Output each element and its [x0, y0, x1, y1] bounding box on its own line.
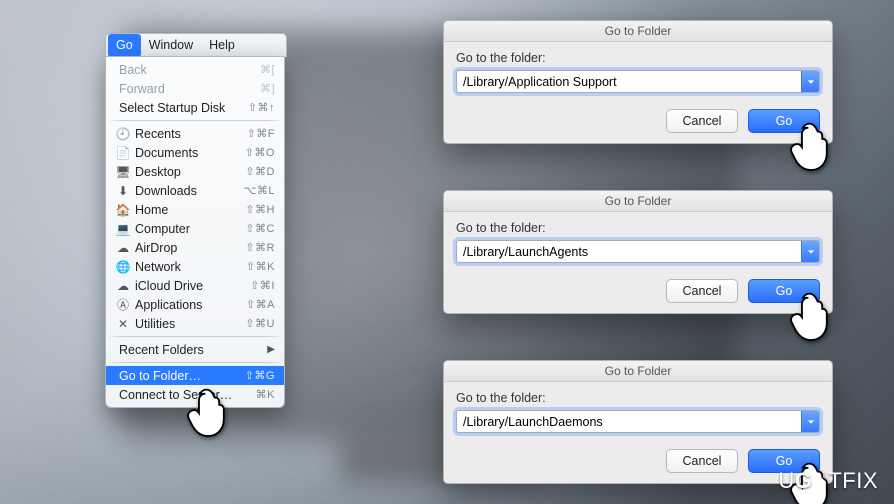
- dialog-title: Go to Folder: [444, 21, 832, 42]
- dialog-title: Go to Folder: [444, 361, 832, 382]
- document-icon: 📄: [115, 146, 131, 160]
- folder-path-combobox[interactable]: [456, 410, 820, 433]
- menu-item-applications[interactable]: ⒶApplications⇧⌘A: [106, 295, 284, 314]
- ugetfix-watermark: UGTFIX: [778, 468, 878, 494]
- folder-path-input[interactable]: [457, 241, 801, 262]
- home-icon: 🏠: [115, 203, 131, 217]
- menu-item-back: Back⌘[: [106, 60, 284, 79]
- menu-item-connect-to-server[interactable]: Connect to Server…⌘K: [106, 385, 284, 404]
- icloud-icon: ☁: [115, 279, 131, 293]
- computer-icon: 💻: [115, 222, 131, 236]
- menu-item-recent-folders[interactable]: Recent Folders▶: [106, 340, 284, 359]
- dialog-prompt: Go to the folder:: [456, 221, 820, 235]
- cancel-button[interactable]: Cancel: [666, 109, 738, 133]
- dialog-prompt: Go to the folder:: [456, 391, 820, 405]
- menu-item-network[interactable]: 🌐Network⇧⌘K: [106, 257, 284, 276]
- menu-window[interactable]: Window: [141, 34, 201, 57]
- menu-help[interactable]: Help: [201, 34, 243, 57]
- menu-item-select-startup-disk[interactable]: Select Startup Disk⇧⌘↑: [106, 98, 284, 117]
- go-button[interactable]: Go: [748, 109, 820, 133]
- menu-item-documents[interactable]: 📄Documents⇧⌘O: [106, 143, 284, 162]
- menu-item-icloud-drive[interactable]: ☁iCloud Drive⇧⌘I: [106, 276, 284, 295]
- dropdown-arrow-icon[interactable]: [801, 241, 819, 262]
- menu-item-desktop[interactable]: 🖥Desktop⇧⌘D: [106, 162, 284, 181]
- menu-item-downloads[interactable]: ⬇Downloads⌥⌘L: [106, 181, 284, 200]
- menu-separator: [106, 120, 284, 121]
- folder-path-input[interactable]: [457, 71, 801, 92]
- airdrop-icon: ☁: [115, 241, 131, 255]
- desktop-icon: 🖥: [115, 165, 131, 179]
- clock-icon: 🕘: [115, 127, 131, 141]
- go-to-folder-dialog: Go to Folder Go to the folder: Cancel Go: [443, 360, 833, 484]
- submenu-arrow-icon: ▶: [263, 344, 275, 355]
- folder-path-combobox[interactable]: [456, 240, 820, 263]
- menu-separator: [106, 336, 284, 337]
- menu-item-utilities[interactable]: ✕Utilities⇧⌘U: [106, 314, 284, 333]
- go-button[interactable]: Go: [748, 279, 820, 303]
- menu-separator: [106, 362, 284, 363]
- dropdown-arrow-icon[interactable]: [801, 71, 819, 92]
- go-to-folder-dialog: Go to Folder Go to the folder: Cancel Go: [443, 190, 833, 314]
- folder-path-input[interactable]: [457, 411, 801, 432]
- menu-item-forward: Forward⌘]: [106, 79, 284, 98]
- finder-menubar: Go Window Help: [105, 33, 287, 57]
- menu-item-recents[interactable]: 🕘Recents⇧⌘F: [106, 124, 284, 143]
- go-menu-dropdown: Back⌘[ Forward⌘] Select Startup Disk⇧⌘↑ …: [105, 56, 285, 408]
- folder-path-combobox[interactable]: [456, 70, 820, 93]
- menu-go[interactable]: Go: [108, 34, 141, 57]
- menu-item-home[interactable]: 🏠Home⇧⌘H: [106, 200, 284, 219]
- network-icon: 🌐: [115, 260, 131, 274]
- utilities-icon: ✕: [115, 317, 131, 331]
- downloads-icon: ⬇: [115, 184, 131, 198]
- cancel-button[interactable]: Cancel: [666, 449, 738, 473]
- menu-item-go-to-folder[interactable]: Go to Folder…⇧⌘G: [106, 366, 284, 385]
- menu-item-computer[interactable]: 💻Computer⇧⌘C: [106, 219, 284, 238]
- applications-icon: Ⓐ: [115, 296, 131, 313]
- go-to-folder-dialog: Go to Folder Go to the folder: Cancel Go: [443, 20, 833, 144]
- dialog-prompt: Go to the folder:: [456, 51, 820, 65]
- cancel-button[interactable]: Cancel: [666, 279, 738, 303]
- dialog-title: Go to Folder: [444, 191, 832, 212]
- ugetfix-logo-arrow-icon: [812, 474, 828, 490]
- menu-item-airdrop[interactable]: ☁AirDrop⇧⌘R: [106, 238, 284, 257]
- dropdown-arrow-icon[interactable]: [801, 411, 819, 432]
